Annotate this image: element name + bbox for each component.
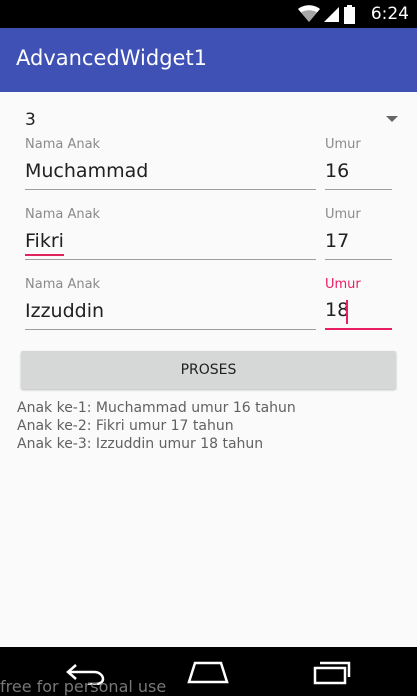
spinner-value: 3 <box>25 110 36 130</box>
main-content: 3 Nama Anak Umur Nama Anak Umur Nama Ana… <box>0 92 417 647</box>
proses-button[interactable]: PROSES <box>21 351 396 389</box>
app-bar: AdvancedWidget1 <box>0 28 417 92</box>
age-field[interactable] <box>325 226 392 260</box>
app-title: AdvancedWidget1 <box>16 46 208 70</box>
result-line: Anak ke-2: Fikri umur 17 tahun <box>17 418 234 434</box>
navigation-bar: free for personal use <box>0 647 417 696</box>
age-label: Umur <box>325 277 361 292</box>
child-row-1: Nama Anak Umur <box>0 136 417 196</box>
name-label: Nama Anak <box>25 137 101 152</box>
status-time: 6:24 <box>370 4 409 24</box>
signal-icon <box>324 7 339 22</box>
name-label: Nama Anak <box>25 277 101 292</box>
name-label: Nama Anak <box>25 207 101 222</box>
age-label: Umur <box>325 207 361 222</box>
name-field[interactable] <box>25 226 316 260</box>
status-bar: 6:24 <box>0 0 417 28</box>
home-icon[interactable] <box>187 659 229 685</box>
age-field[interactable] <box>325 296 392 330</box>
battery-icon <box>344 4 355 24</box>
count-spinner[interactable]: 3 <box>16 106 402 134</box>
recents-icon[interactable] <box>311 659 351 685</box>
age-label: Umur <box>325 137 361 152</box>
name-field[interactable] <box>25 296 316 330</box>
name-field[interactable] <box>25 156 316 190</box>
status-icons <box>298 4 355 24</box>
age-field[interactable] <box>325 156 392 190</box>
spell-check-underline <box>25 254 64 256</box>
text-cursor <box>346 300 348 324</box>
child-row-2: Nama Anak Umur <box>0 206 417 266</box>
result-line: Anak ke-1: Muchammad umur 16 tahun <box>17 400 296 416</box>
dropdown-arrow-icon <box>386 116 398 122</box>
watermark: free for personal use <box>0 677 167 696</box>
result-text: Anak ke-1: Muchammad umur 16 tahun Anak … <box>17 399 397 453</box>
child-row-3: Nama Anak Umur <box>0 276 417 336</box>
wifi-icon <box>298 5 320 22</box>
result-line: Anak ke-3: Izzuddin umur 18 tahun <box>17 436 264 452</box>
